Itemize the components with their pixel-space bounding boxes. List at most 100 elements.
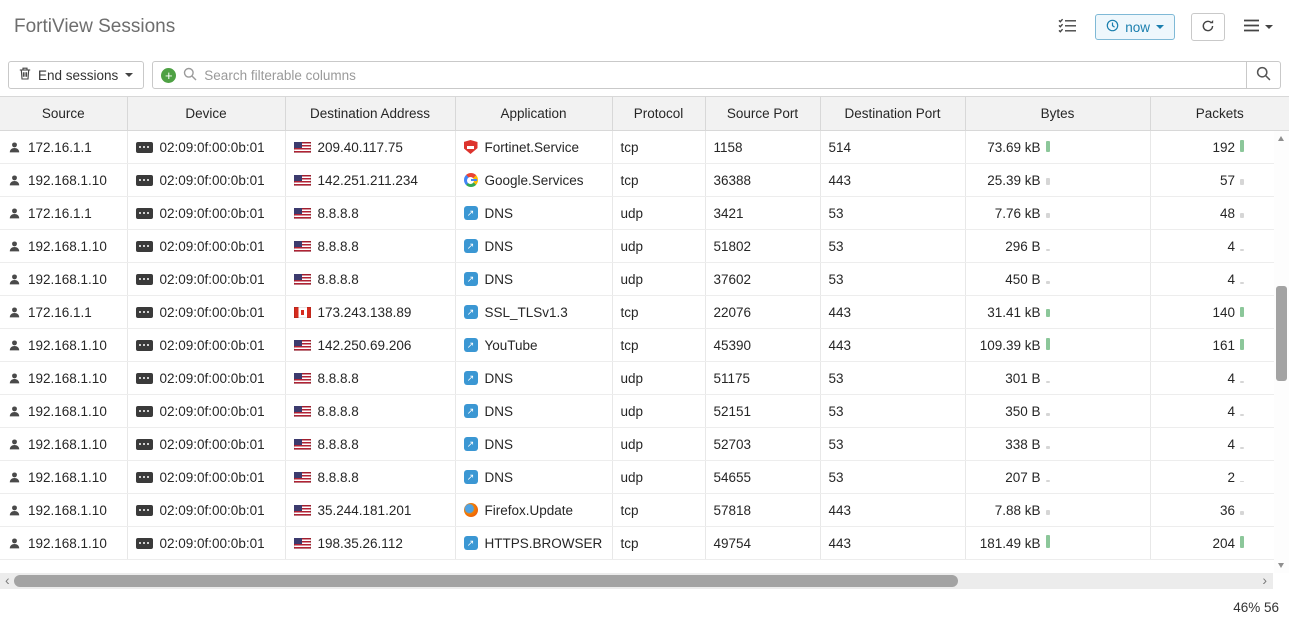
protocol-cell[interactable]: tcp — [612, 131, 705, 164]
session-row[interactable]: 192.168.1.10 02:09:0f:00:0b:01 8.8.8.8 D… — [0, 230, 1289, 263]
application-cell[interactable]: SSL_TLSv1.3 — [455, 296, 612, 329]
bytes-cell[interactable]: 181.49 kB — [965, 527, 1150, 560]
source-cell[interactable]: 192.168.1.10 — [0, 461, 127, 494]
destination-port-cell[interactable]: 443 — [820, 296, 965, 329]
protocol-cell[interactable]: tcp — [612, 329, 705, 362]
horizontal-scrollbar[interactable]: ‹ › — [0, 573, 1289, 589]
device-cell[interactable]: 02:09:0f:00:0b:01 — [127, 395, 285, 428]
column-header-source-port[interactable]: Source Port — [705, 97, 820, 131]
refresh-button[interactable] — [1191, 13, 1225, 41]
column-header-protocol[interactable]: Protocol — [612, 97, 705, 131]
source-cell[interactable]: 192.168.1.10 — [0, 329, 127, 362]
application-cell[interactable]: DNS — [455, 263, 612, 296]
destination-cell[interactable]: 173.243.138.89 — [285, 296, 455, 329]
packets-cell[interactable]: 4 — [1150, 428, 1289, 461]
bytes-cell[interactable]: 350 B — [965, 395, 1150, 428]
search-bar[interactable] — [152, 61, 1247, 89]
destination-port-cell[interactable]: 53 — [820, 230, 965, 263]
bytes-cell[interactable]: 109.39 kB — [965, 329, 1150, 362]
source-cell[interactable]: 192.168.1.10 — [0, 527, 127, 560]
source-cell[interactable]: 192.168.1.10 — [0, 494, 127, 527]
bytes-cell[interactable]: 450 B — [965, 263, 1150, 296]
session-row[interactable]: 192.168.1.10 02:09:0f:00:0b:01 8.8.8.8 D… — [0, 461, 1289, 494]
end-sessions-button[interactable]: End sessions — [8, 61, 144, 89]
session-row[interactable]: 192.168.1.10 02:09:0f:00:0b:01 142.250.6… — [0, 329, 1289, 362]
application-cell[interactable]: HTTPS.BROWSER — [455, 527, 612, 560]
device-cell[interactable]: 02:09:0f:00:0b:01 — [127, 230, 285, 263]
packets-cell[interactable]: 4 — [1150, 395, 1289, 428]
source-port-cell[interactable]: 49754 — [705, 527, 820, 560]
device-cell[interactable]: 02:09:0f:00:0b:01 — [127, 527, 285, 560]
protocol-cell[interactable]: tcp — [612, 296, 705, 329]
column-header-bytes[interactable]: Bytes — [965, 97, 1150, 131]
packets-cell[interactable]: 4 — [1150, 230, 1289, 263]
application-cell[interactable]: DNS — [455, 197, 612, 230]
session-row[interactable]: 192.168.1.10 02:09:0f:00:0b:01 8.8.8.8 D… — [0, 263, 1289, 296]
bytes-cell[interactable]: 25.39 kB — [965, 164, 1150, 197]
device-cell[interactable]: 02:09:0f:00:0b:01 — [127, 131, 285, 164]
protocol-cell[interactable]: udp — [612, 230, 705, 263]
device-cell[interactable]: 02:09:0f:00:0b:01 — [127, 263, 285, 296]
destination-cell[interactable]: 8.8.8.8 — [285, 263, 455, 296]
source-cell[interactable]: 172.16.1.1 — [0, 296, 127, 329]
device-cell[interactable]: 02:09:0f:00:0b:01 — [127, 296, 285, 329]
protocol-cell[interactable]: tcp — [612, 494, 705, 527]
column-header-packets[interactable]: Packets — [1150, 97, 1289, 131]
destination-port-cell[interactable]: 53 — [820, 362, 965, 395]
protocol-cell[interactable]: udp — [612, 395, 705, 428]
menu-button[interactable] — [1241, 17, 1275, 37]
bytes-cell[interactable]: 296 B — [965, 230, 1150, 263]
packets-cell[interactable]: 2 — [1150, 461, 1289, 494]
view-options-button[interactable] — [1056, 16, 1079, 38]
application-cell[interactable]: DNS — [455, 362, 612, 395]
vertical-scrollbar[interactable] — [1274, 131, 1289, 573]
bytes-cell[interactable]: 301 B — [965, 362, 1150, 395]
bytes-cell[interactable]: 31.41 kB — [965, 296, 1150, 329]
source-port-cell[interactable]: 51802 — [705, 230, 820, 263]
destination-port-cell[interactable]: 443 — [820, 164, 965, 197]
bytes-cell[interactable]: 338 B — [965, 428, 1150, 461]
packets-cell[interactable]: 204 — [1150, 527, 1289, 560]
source-port-cell[interactable]: 57818 — [705, 494, 820, 527]
protocol-cell[interactable]: udp — [612, 461, 705, 494]
destination-cell[interactable]: 209.40.117.75 — [285, 131, 455, 164]
device-cell[interactable]: 02:09:0f:00:0b:01 — [127, 329, 285, 362]
column-header-device[interactable]: Device — [127, 97, 285, 131]
destination-port-cell[interactable]: 443 — [820, 494, 965, 527]
destination-cell[interactable]: 198.35.26.112 — [285, 527, 455, 560]
source-cell[interactable]: 192.168.1.10 — [0, 428, 127, 461]
time-range-button[interactable]: now — [1095, 14, 1175, 40]
application-cell[interactable]: DNS — [455, 395, 612, 428]
source-cell[interactable]: 192.168.1.10 — [0, 230, 127, 263]
destination-cell[interactable]: 35.244.181.201 — [285, 494, 455, 527]
source-cell[interactable]: 172.16.1.1 — [0, 197, 127, 230]
column-header-destination-address[interactable]: Destination Address — [285, 97, 455, 131]
device-cell[interactable]: 02:09:0f:00:0b:01 — [127, 494, 285, 527]
scroll-right-arrow[interactable]: › — [1262, 573, 1267, 589]
column-header-destination-port[interactable]: Destination Port — [820, 97, 965, 131]
device-cell[interactable]: 02:09:0f:00:0b:01 — [127, 428, 285, 461]
application-cell[interactable]: Google.Services — [455, 164, 612, 197]
session-row[interactable]: 172.16.1.1 02:09:0f:00:0b:01 8.8.8.8 DNS… — [0, 197, 1289, 230]
packets-cell[interactable]: 4 — [1150, 362, 1289, 395]
application-cell[interactable]: Firefox.Update — [455, 494, 612, 527]
source-cell[interactable]: 192.168.1.10 — [0, 164, 127, 197]
destination-port-cell[interactable]: 53 — [820, 395, 965, 428]
application-cell[interactable]: DNS — [455, 461, 612, 494]
session-row[interactable]: 192.168.1.10 02:09:0f:00:0b:01 198.35.26… — [0, 527, 1289, 560]
source-port-cell[interactable]: 22076 — [705, 296, 820, 329]
destination-port-cell[interactable]: 443 — [820, 329, 965, 362]
scroll-left-arrow[interactable]: ‹ — [5, 573, 10, 589]
destination-port-cell[interactable]: 53 — [820, 428, 965, 461]
destination-port-cell[interactable]: 443 — [820, 527, 965, 560]
packets-cell[interactable]: 4 — [1150, 263, 1289, 296]
packets-cell[interactable]: 192 — [1150, 131, 1289, 164]
source-cell[interactable]: 192.168.1.10 — [0, 362, 127, 395]
session-row[interactable]: 192.168.1.10 02:09:0f:00:0b:01 142.251.2… — [0, 164, 1289, 197]
packets-cell[interactable]: 57 — [1150, 164, 1289, 197]
bytes-cell[interactable]: 7.76 kB — [965, 197, 1150, 230]
application-cell[interactable]: DNS — [455, 230, 612, 263]
destination-cell[interactable]: 8.8.8.8 — [285, 197, 455, 230]
destination-cell[interactable]: 8.8.8.8 — [285, 362, 455, 395]
destination-cell[interactable]: 8.8.8.8 — [285, 461, 455, 494]
